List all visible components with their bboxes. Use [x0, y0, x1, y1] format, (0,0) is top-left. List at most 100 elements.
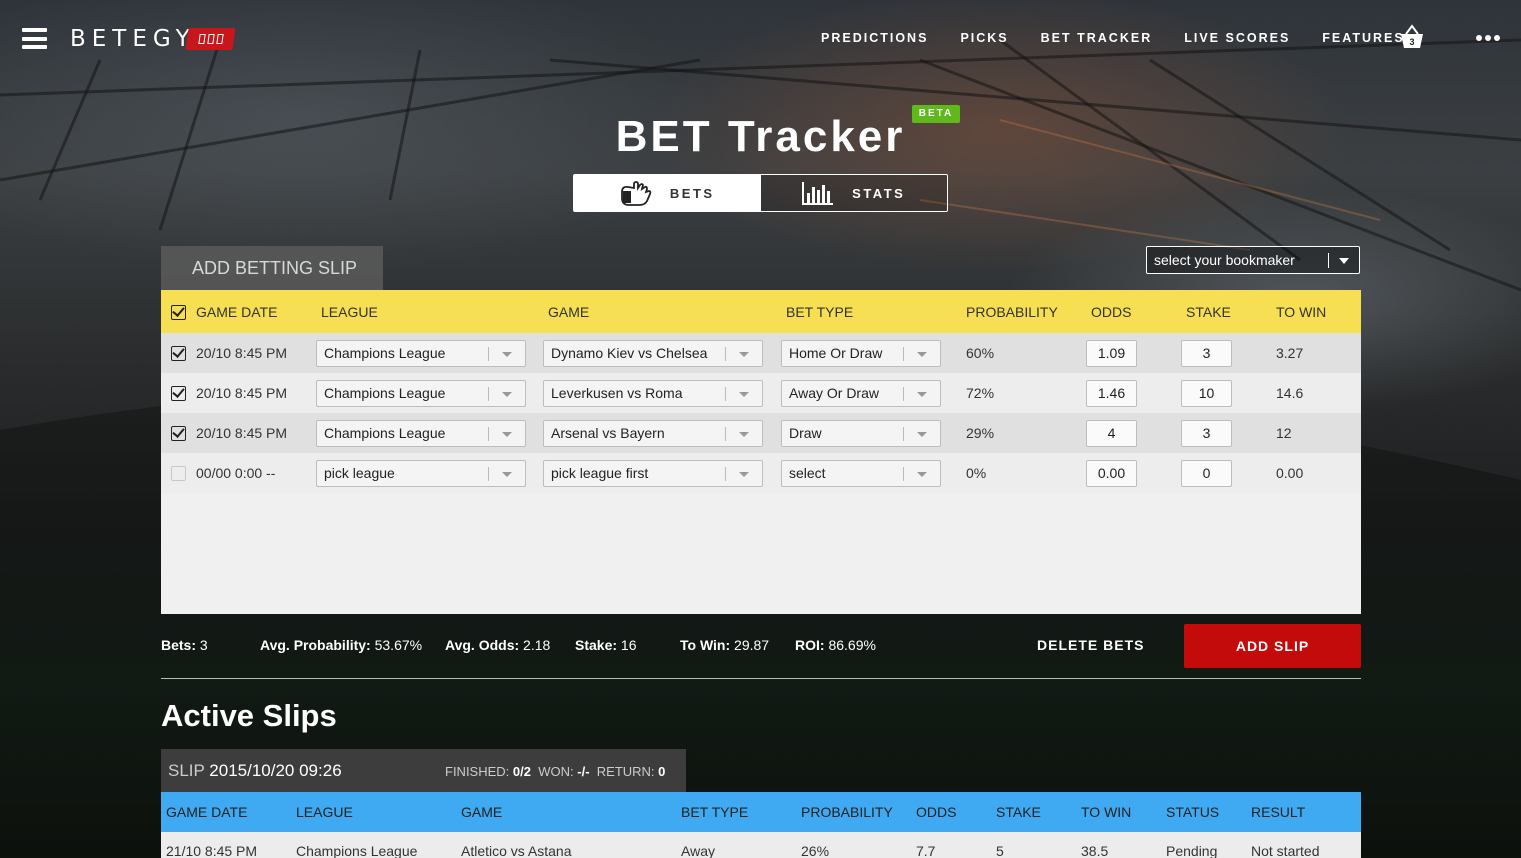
slip-row-stake: 5: [996, 843, 1004, 858]
slip-header-game-date: GAME DATE: [166, 804, 248, 820]
slip-table-header: GAME DATE LEAGUE GAME BET TYPE PROBABILI…: [161, 792, 1361, 832]
chevron-down-icon: [739, 472, 749, 477]
bookmaker-select[interactable]: select your bookmaker: [1146, 246, 1360, 274]
bet-table: GAME DATE LEAGUE GAME BET TYPE PROBABILI…: [161, 290, 1361, 614]
chevron-down-icon: [739, 432, 749, 437]
league-select[interactable]: Champions League: [316, 340, 526, 367]
slip-header-probability: PROBABILITY: [801, 804, 893, 820]
bet-row-empty: 00/00 0:00 -- pick league pick league fi…: [161, 453, 1361, 493]
chevron-down-icon: [502, 472, 512, 477]
game-select[interactable]: pick league first: [543, 460, 763, 487]
odds-input[interactable]: 4: [1086, 420, 1137, 447]
slip-row-bet-type: Away: [681, 843, 715, 858]
stake-input[interactable]: 3: [1181, 420, 1232, 447]
bet-type-value: Away Or Draw: [789, 385, 879, 401]
stake-input[interactable]: 0: [1181, 460, 1232, 487]
bet-type-select[interactable]: Away Or Draw: [781, 380, 941, 407]
add-slip-button[interactable]: ADD SLIP: [1184, 624, 1361, 668]
bookmaker-placeholder: select your bookmaker: [1154, 252, 1295, 268]
chevron-down-icon: [917, 392, 927, 397]
row-date: 00/00 0:00 --: [196, 465, 276, 481]
odds-input[interactable]: 0.00: [1086, 460, 1137, 487]
slip-finished: 0/2: [512, 764, 531, 779]
slip-header-bet-type: BET TYPE: [681, 804, 749, 820]
slip-row-odds: 7.7: [916, 843, 936, 858]
chevron-down-icon: [739, 352, 749, 357]
slip-row-to-win: 38.5: [1081, 843, 1109, 858]
row-to-win: 12: [1276, 425, 1292, 441]
odds-input[interactable]: 1.46: [1086, 380, 1137, 407]
header-bet-type: BET TYPE: [786, 303, 854, 320]
chevron-down-icon: [917, 472, 927, 477]
bet-type-select[interactable]: Home Or Draw: [781, 340, 941, 367]
nav-picks[interactable]: PICKS: [960, 31, 1008, 45]
slip-return: 0: [658, 764, 666, 779]
slip-won-label: WON:: [538, 764, 574, 779]
select-all-checkbox[interactable]: [171, 304, 186, 320]
menu-icon[interactable]: [22, 28, 47, 49]
bet-type-value: Draw: [789, 425, 822, 441]
chevron-down-icon: [917, 432, 927, 437]
summary-roi: 86.69%: [828, 637, 876, 653]
game-value: Dynamo Kiev vs Chelsea: [551, 345, 708, 361]
summary-roi-label: ROI:: [795, 637, 825, 653]
game-select[interactable]: Leverkusen vs Roma: [543, 380, 763, 407]
slip-header-to-win: TO WIN: [1081, 804, 1132, 820]
bet-type-select[interactable]: Draw: [781, 420, 941, 447]
nav-features[interactable]: FEATURES: [1322, 31, 1404, 45]
slip-won: -/-: [577, 764, 590, 779]
header-game-date: GAME DATE: [196, 303, 278, 320]
header-stake: STAKE: [1186, 303, 1231, 320]
league-select[interactable]: Champions League: [316, 380, 526, 407]
row-probability: 0%: [966, 465, 987, 481]
slip-header[interactable]: SLIP 2015/10/20 09:26 FINISHED: 0/2 WON:…: [161, 749, 686, 792]
tab-bets[interactable]: BETS: [574, 175, 761, 211]
row-probability: 29%: [966, 425, 995, 441]
league-value: pick league: [324, 465, 395, 481]
row-checkbox[interactable]: [171, 386, 186, 401]
slip-return-label: RETURN:: [596, 764, 655, 779]
header-game: GAME: [548, 303, 590, 320]
stake-input[interactable]: 3: [1181, 340, 1232, 367]
chevron-down-icon: [917, 352, 927, 357]
tab-stats-label: STATS: [852, 185, 906, 201]
row-to-win: 3.27: [1276, 345, 1304, 361]
summary-to-win: 29.87: [734, 637, 770, 653]
brand-logo[interactable]: BETEGY: [70, 26, 196, 52]
summary-stake-label: Stake:: [575, 637, 618, 653]
slip-label: SLIP: [168, 761, 205, 780]
divider: [161, 678, 1361, 679]
summary-avg-prob-label: Avg. Probability:: [260, 637, 371, 653]
nav-bet-tracker[interactable]: BET TRACKER: [1041, 31, 1153, 45]
row-checkbox[interactable]: [171, 466, 186, 481]
more-icon[interactable]: [1476, 35, 1500, 41]
game-select[interactable]: Arsenal vs Bayern: [543, 420, 763, 447]
tab-stats[interactable]: STATS: [760, 175, 947, 211]
bet-table-header: GAME DATE LEAGUE GAME BET TYPE PROBABILI…: [161, 290, 1361, 333]
row-checkbox[interactable]: [171, 426, 186, 441]
add-betting-slip-tab[interactable]: ADD BETTING SLIP: [161, 246, 383, 290]
stake-input[interactable]: 10: [1181, 380, 1232, 407]
slip-header-game: GAME: [461, 804, 503, 820]
bet-type-select[interactable]: select: [781, 460, 941, 487]
nav-live-scores[interactable]: LIVE SCORES: [1184, 31, 1290, 45]
game-select[interactable]: Dynamo Kiev vs Chelsea: [543, 340, 763, 367]
logo-badge-icon: [185, 28, 236, 50]
summary-stake: 16: [620, 637, 637, 653]
active-slips-title: Active Slips: [161, 698, 337, 733]
league-select[interactable]: pick league: [316, 460, 526, 487]
league-select[interactable]: Champions League: [316, 420, 526, 447]
bet-type-value: Home Or Draw: [789, 345, 883, 361]
nav-predictions[interactable]: PREDICTIONS: [821, 31, 928, 45]
row-date: 20/10 8:45 PM: [196, 345, 288, 361]
slip-header-stake: STAKE: [996, 804, 1041, 820]
delete-bets-button[interactable]: DELETE BETS: [1037, 637, 1144, 653]
header-odds: ODDS: [1091, 303, 1132, 320]
slip-datetime: 2015/10/20 09:26: [209, 761, 342, 780]
row-probability: 72%: [966, 385, 995, 401]
slip-row-status: Pending: [1166, 843, 1218, 858]
summary-avg-odds-label: Avg. Odds:: [445, 637, 520, 653]
summary-bets-label: Bets:: [161, 637, 197, 653]
row-checkbox[interactable]: [171, 346, 186, 361]
odds-input[interactable]: 1.09: [1086, 340, 1137, 367]
